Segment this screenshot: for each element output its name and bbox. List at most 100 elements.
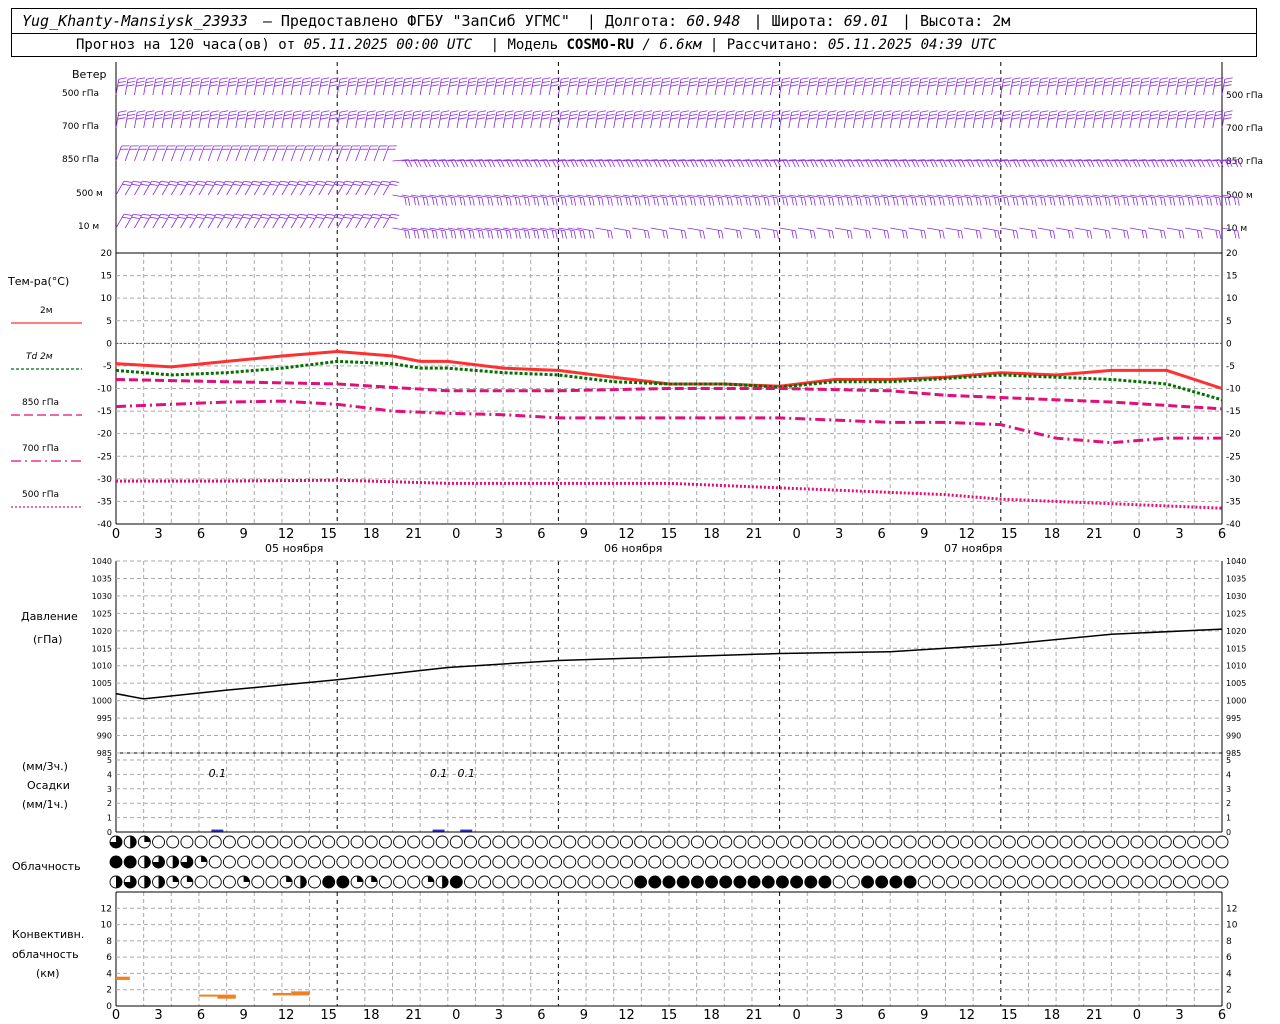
- cloud-symbol: [435, 835, 449, 849]
- wind-barb-feather: [252, 213, 261, 216]
- wind-barb-feather: [1150, 110, 1159, 113]
- wind-barb-feather: [467, 117, 476, 120]
- wind-barb-feather: [960, 230, 964, 239]
- wind-barb-shaft: [346, 180, 355, 196]
- wind-barb-feather: [1112, 117, 1121, 120]
- wind-barb: [1064, 77, 1077, 96]
- wind-barb: [465, 110, 477, 129]
- wind-barb-feather: [395, 110, 404, 113]
- wind-barb-feather: [864, 113, 873, 117]
- wind-barb-feather: [1104, 80, 1113, 84]
- cloud-symbol: [1017, 835, 1030, 849]
- cloud-symbol: [464, 875, 477, 889]
- wind-barb: [447, 110, 459, 129]
- wind-barb: [677, 110, 689, 129]
- x-tick-label: 9: [239, 527, 247, 542]
- wind-barb-feather: [615, 84, 624, 87]
- wind-barb: [1055, 77, 1067, 96]
- wind-barb-feather: [671, 197, 674, 206]
- wind-barb-shaft: [945, 227, 962, 232]
- x-tick-label-bottom: 3: [495, 1008, 503, 1023]
- wind-barb: [511, 110, 524, 129]
- cloud-symbol: [265, 835, 279, 849]
- wind-barb-feather: [195, 183, 204, 186]
- wind-barb-feather: [1122, 113, 1131, 117]
- wind-barb-feather: [197, 213, 206, 216]
- wind-barb-feather: [957, 230, 960, 239]
- wind-barb-shaft: [355, 145, 362, 162]
- wind-barb-feather: [790, 117, 799, 120]
- conv-bar: [198, 994, 218, 997]
- wind-barb-feather: [828, 197, 831, 206]
- wind-barb: [585, 110, 597, 129]
- wind-barb-feather: [1114, 77, 1123, 80]
- wind-barb: [816, 194, 835, 206]
- x-tick-label-bottom: 21: [405, 1008, 422, 1023]
- wind-barb: [1157, 110, 1169, 129]
- temp-tick-right: 5: [1226, 317, 1232, 327]
- wind-barb-feather: [262, 180, 271, 183]
- wind-barb-feather: [946, 117, 955, 120]
- x-tick-label-bottom: 0: [792, 1008, 800, 1023]
- wind-barb-feather: [730, 197, 733, 206]
- wind-barb: [1129, 110, 1141, 129]
- wind-barb-feather: [597, 80, 606, 84]
- wind-barb: [816, 77, 828, 96]
- cloud-symbol: [974, 855, 988, 869]
- wind-barb-feather: [726, 113, 735, 117]
- cloud-symbol: [350, 855, 364, 869]
- wind-barb-feather: [417, 230, 420, 239]
- wind-barb-feather: [865, 110, 874, 113]
- wind-barb-feather: [662, 77, 671, 80]
- wind-barb-feather: [813, 197, 816, 206]
- wind-level-label-right: 700 гПа: [1226, 124, 1263, 134]
- wind-barb-feather: [707, 113, 716, 117]
- wind-barb-feather: [804, 197, 807, 206]
- wind-barb-feather: [561, 197, 564, 206]
- wind-barb-feather: [1123, 110, 1132, 113]
- cloud-symbol: [506, 875, 520, 889]
- meteogram-chart: 500 гПа700 гПа850 гПа500 м10 м-40 -40-35-…: [11, 62, 1263, 1023]
- wind-barb: [1185, 227, 1203, 239]
- cloud-symbol: [1002, 875, 1016, 889]
- wind-barb-shaft: [189, 180, 199, 196]
- wind-barb-feather: [983, 117, 992, 120]
- wind-barb-feather: [671, 110, 680, 113]
- wind-barb-feather: [450, 110, 459, 113]
- wind-barb-feather: [164, 110, 173, 113]
- wind-barb-shaft: [963, 227, 980, 232]
- wind-barb: [336, 145, 351, 162]
- wind-barb-feather: [1031, 77, 1040, 80]
- wind-barb: [1138, 194, 1157, 206]
- cloud-symbol: [222, 855, 236, 869]
- wind-barb: [650, 110, 662, 129]
- wind-barb-feather: [550, 84, 559, 87]
- wind-barb: [134, 145, 148, 162]
- wind-barb-feather: [966, 110, 975, 113]
- wind-barb-feather: [693, 197, 696, 206]
- wind-barb-shaft: [207, 213, 217, 229]
- wind-barb-feather: [280, 213, 289, 216]
- wind-barb-feather: [170, 213, 179, 216]
- wind-barb-feather: [225, 180, 234, 183]
- wind-barb-feather: [896, 197, 899, 206]
- wind-barb-feather: [1145, 230, 1148, 239]
- wind-barb: [972, 110, 984, 129]
- wind-barb: [567, 77, 579, 96]
- wind-barb: [1157, 194, 1176, 206]
- wind-barb-feather: [349, 77, 358, 80]
- conv-bar: [272, 992, 292, 996]
- wind-barb-shaft: [115, 213, 125, 229]
- wind-barb: [180, 145, 194, 162]
- wind-barb-feather: [160, 180, 169, 183]
- conv-tick-right: 4: [1226, 969, 1232, 979]
- wind-barb-feather: [736, 110, 745, 113]
- wind-barb-feather: [605, 84, 614, 87]
- cloud-symbol: [747, 835, 761, 849]
- cloud-symbol: [705, 855, 718, 869]
- wind-barb: [585, 194, 604, 206]
- wind-barb-feather: [385, 77, 394, 80]
- wind-barb: [290, 110, 302, 129]
- wind-barb-feather: [868, 230, 871, 239]
- cloud-symbol: [180, 835, 194, 849]
